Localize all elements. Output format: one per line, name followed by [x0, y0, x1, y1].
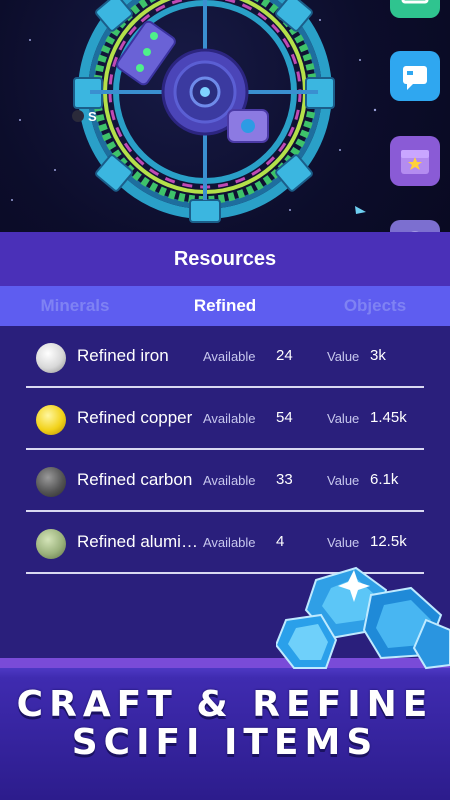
refined-carbon-icon [36, 467, 66, 497]
available-label: Available [203, 535, 256, 550]
resource-quantity: 33 [276, 471, 293, 488]
resource-row-carbon[interactable]: Refined carbon Available 33 Value 6.1k [26, 450, 424, 512]
resource-quantity: 24 [276, 347, 293, 364]
value-label: Value [327, 349, 360, 364]
chat-icon [403, 66, 427, 90]
resource-row-copper[interactable]: Refined copper Available 54 Value 1.45k [26, 388, 424, 450]
star-chest-icon [401, 150, 429, 174]
crystal-gems-icon [276, 566, 450, 670]
resource-row-iron[interactable]: Refined iron Available 24 Value 3k [26, 326, 424, 388]
rewards-button[interactable] [390, 136, 440, 186]
resource-value: 1.45k [370, 409, 407, 426]
resource-list: Refined iron Available 24 Value 3k Refin… [26, 326, 424, 574]
tab-objects[interactable]: Objects [300, 286, 450, 326]
resource-name: Refined iron [77, 346, 169, 365]
panel-title: Resources [0, 232, 450, 286]
station-marker: S [88, 109, 97, 124]
resource-name: Refined copper [77, 408, 193, 427]
refined-copper-icon [36, 405, 66, 435]
value-label: Value [327, 535, 360, 550]
menu-button[interactable] [390, 220, 440, 232]
messages-button[interactable] [390, 51, 440, 101]
resource-name: Refined carbon [77, 470, 193, 489]
available-label: Available [203, 473, 256, 488]
resource-quantity: 54 [276, 409, 293, 426]
crate-icon [401, 0, 429, 4]
resource-value: 6.1k [370, 471, 399, 488]
banner-headline-line2: SCIFI ITEMS [71, 722, 379, 763]
refined-iron-icon [36, 343, 66, 373]
tab-minerals[interactable]: Minerals [0, 286, 150, 326]
resource-tabs: Minerals Refined Objects [0, 286, 450, 326]
value-label: Value [327, 411, 360, 426]
space-station[interactable]: S [0, 0, 450, 232]
tab-refined[interactable]: Refined [150, 286, 300, 326]
value-label: Value [327, 473, 360, 488]
build-button[interactable] [390, 0, 440, 18]
resource-quantity: 4 [276, 533, 285, 550]
resource-value: 3k [370, 347, 386, 364]
space-scene[interactable]: S [0, 0, 450, 232]
resource-name: Refined alumi… [77, 532, 198, 551]
banner-headline-line1: CRAFT & REFINE [16, 684, 434, 725]
available-label: Available [203, 411, 256, 426]
refined-aluminium-icon [36, 529, 66, 559]
resource-value: 12.5k [370, 533, 407, 550]
available-label: Available [203, 349, 256, 364]
